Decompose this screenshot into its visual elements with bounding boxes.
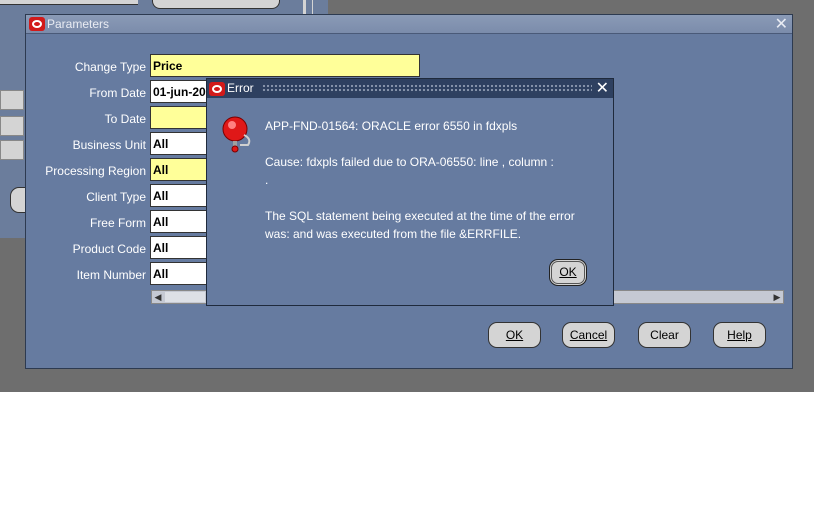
label-from-date: From Date xyxy=(89,86,146,100)
label-business-unit: Business Unit xyxy=(72,138,146,152)
alarm-bell-icon xyxy=(222,116,251,153)
change-type-field[interactable]: Price xyxy=(150,54,420,77)
help-button-label: Help xyxy=(727,328,752,342)
from-date-field[interactable]: 01-jun-20 xyxy=(150,80,210,103)
parameters-title: Parameters xyxy=(47,17,110,31)
processing-region-field[interactable]: All xyxy=(150,158,210,181)
label-client-type: Client Type xyxy=(86,190,146,204)
scroll-right-icon[interactable]: ▶ xyxy=(771,291,783,303)
error-cause-continuation: . xyxy=(265,173,269,187)
ok-button[interactable]: OK xyxy=(488,322,541,348)
scroll-thumb[interactable] xyxy=(165,292,205,302)
error-titlebar: Error ✕ xyxy=(207,79,613,98)
label-to-date: To Date xyxy=(104,112,146,126)
label-change-type: Change Type xyxy=(74,60,146,74)
label-product-code: Product Code xyxy=(72,242,146,256)
titlebar-pattern xyxy=(262,84,592,93)
free-form-field[interactable]: All xyxy=(150,210,210,233)
background-button[interactable] xyxy=(152,0,280,9)
background-field[interactable] xyxy=(0,140,24,160)
close-icon[interactable]: ✕ xyxy=(596,78,609,98)
label-free-form: Free Form xyxy=(89,216,146,230)
clear-button-label: Clear xyxy=(650,328,679,342)
label-processing-region: Processing Region xyxy=(45,164,146,178)
error-sql-statement-2: was: and was executed from the file &ERR… xyxy=(265,227,522,241)
scroll-left-icon[interactable]: ◀ xyxy=(152,291,164,303)
cancel-button[interactable]: Cancel xyxy=(562,322,615,348)
product-code-field[interactable]: All xyxy=(150,236,210,259)
error-dialog: Error ✕ APP-FND-01564: ORACLE error 6550… xyxy=(206,78,614,306)
background-scrollbar[interactable] xyxy=(312,0,325,14)
item-number-field[interactable]: All xyxy=(150,262,210,285)
to-date-field[interactable] xyxy=(150,106,210,129)
cancel-button-label: Cancel xyxy=(569,328,608,342)
background-divider xyxy=(303,0,306,14)
business-unit-field[interactable]: All xyxy=(150,132,210,155)
error-title: Error xyxy=(227,81,254,95)
close-icon[interactable]: ✕ xyxy=(775,14,788,34)
client-type-field[interactable]: All xyxy=(150,184,210,207)
label-item-number: Item Number xyxy=(76,268,146,282)
error-ok-button[interactable]: OK xyxy=(549,259,587,286)
ok-button-label: OK xyxy=(505,328,524,342)
error-ok-label: OK xyxy=(559,265,577,279)
help-button[interactable]: Help xyxy=(713,322,766,348)
background-field-top xyxy=(0,0,138,5)
clear-button[interactable]: Clear xyxy=(638,322,691,348)
background-field[interactable] xyxy=(0,90,24,110)
oracle-logo-icon xyxy=(209,82,225,96)
error-sql-statement: The SQL statement being executed at the … xyxy=(265,209,575,223)
oracle-logo-icon xyxy=(29,17,45,31)
error-message: APP-FND-01564: ORACLE error 6550 in fdxp… xyxy=(265,119,518,133)
error-cause: Cause: fdxpls failed due to ORA-06550: l… xyxy=(265,155,554,169)
background-field[interactable] xyxy=(0,116,24,136)
parameters-titlebar: Parameters ✕ xyxy=(26,15,792,34)
